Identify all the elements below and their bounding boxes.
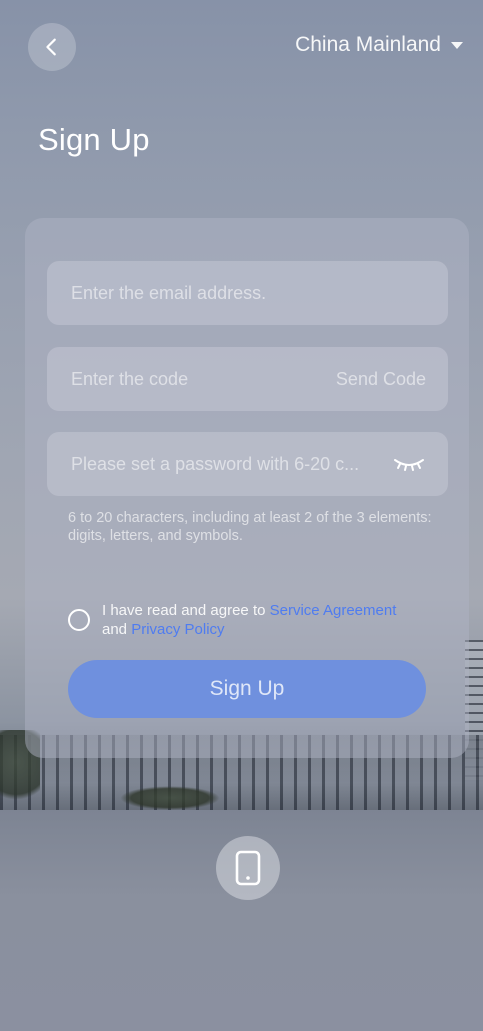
send-code-button[interactable]: Send Code bbox=[336, 369, 426, 390]
password-hint: 6 to 20 characters, including at least 2… bbox=[68, 510, 432, 544]
sign-up-screen: China Mainland Sign Up Send Code 6 to 20… bbox=[0, 0, 483, 1031]
back-button[interactable] bbox=[28, 23, 76, 71]
caret-down-icon bbox=[451, 41, 463, 49]
phone-login-button[interactable] bbox=[216, 836, 280, 900]
agreement-text: I have read and agree to Service Agreeme… bbox=[102, 601, 398, 639]
sign-up-button[interactable]: Sign Up bbox=[68, 660, 426, 718]
code-field[interactable]: Send Code bbox=[47, 347, 448, 411]
email-input[interactable] bbox=[69, 281, 426, 305]
chevron-left-icon bbox=[46, 38, 56, 56]
page-title: Sign Up bbox=[38, 122, 150, 157]
password-input[interactable] bbox=[69, 452, 384, 476]
eye-closed-icon[interactable] bbox=[392, 452, 426, 476]
agreement-checkbox[interactable] bbox=[68, 609, 90, 631]
mobile-phone-icon bbox=[235, 850, 261, 886]
region-label: China Mainland bbox=[295, 33, 441, 56]
code-input[interactable] bbox=[69, 367, 326, 391]
agreement-conjunction: and bbox=[102, 621, 132, 638]
region-selector[interactable]: China Mainland bbox=[295, 30, 463, 60]
password-field[interactable] bbox=[47, 432, 448, 496]
background-shrubs bbox=[120, 786, 220, 810]
email-field[interactable] bbox=[47, 261, 448, 325]
agreement-prefix: I have read and agree to bbox=[102, 602, 270, 619]
privacy-policy-link[interactable]: Privacy Policy bbox=[131, 621, 224, 638]
service-agreement-link[interactable]: Service Agreement bbox=[270, 602, 397, 619]
agreement-row: I have read and agree to Service Agreeme… bbox=[68, 601, 398, 639]
